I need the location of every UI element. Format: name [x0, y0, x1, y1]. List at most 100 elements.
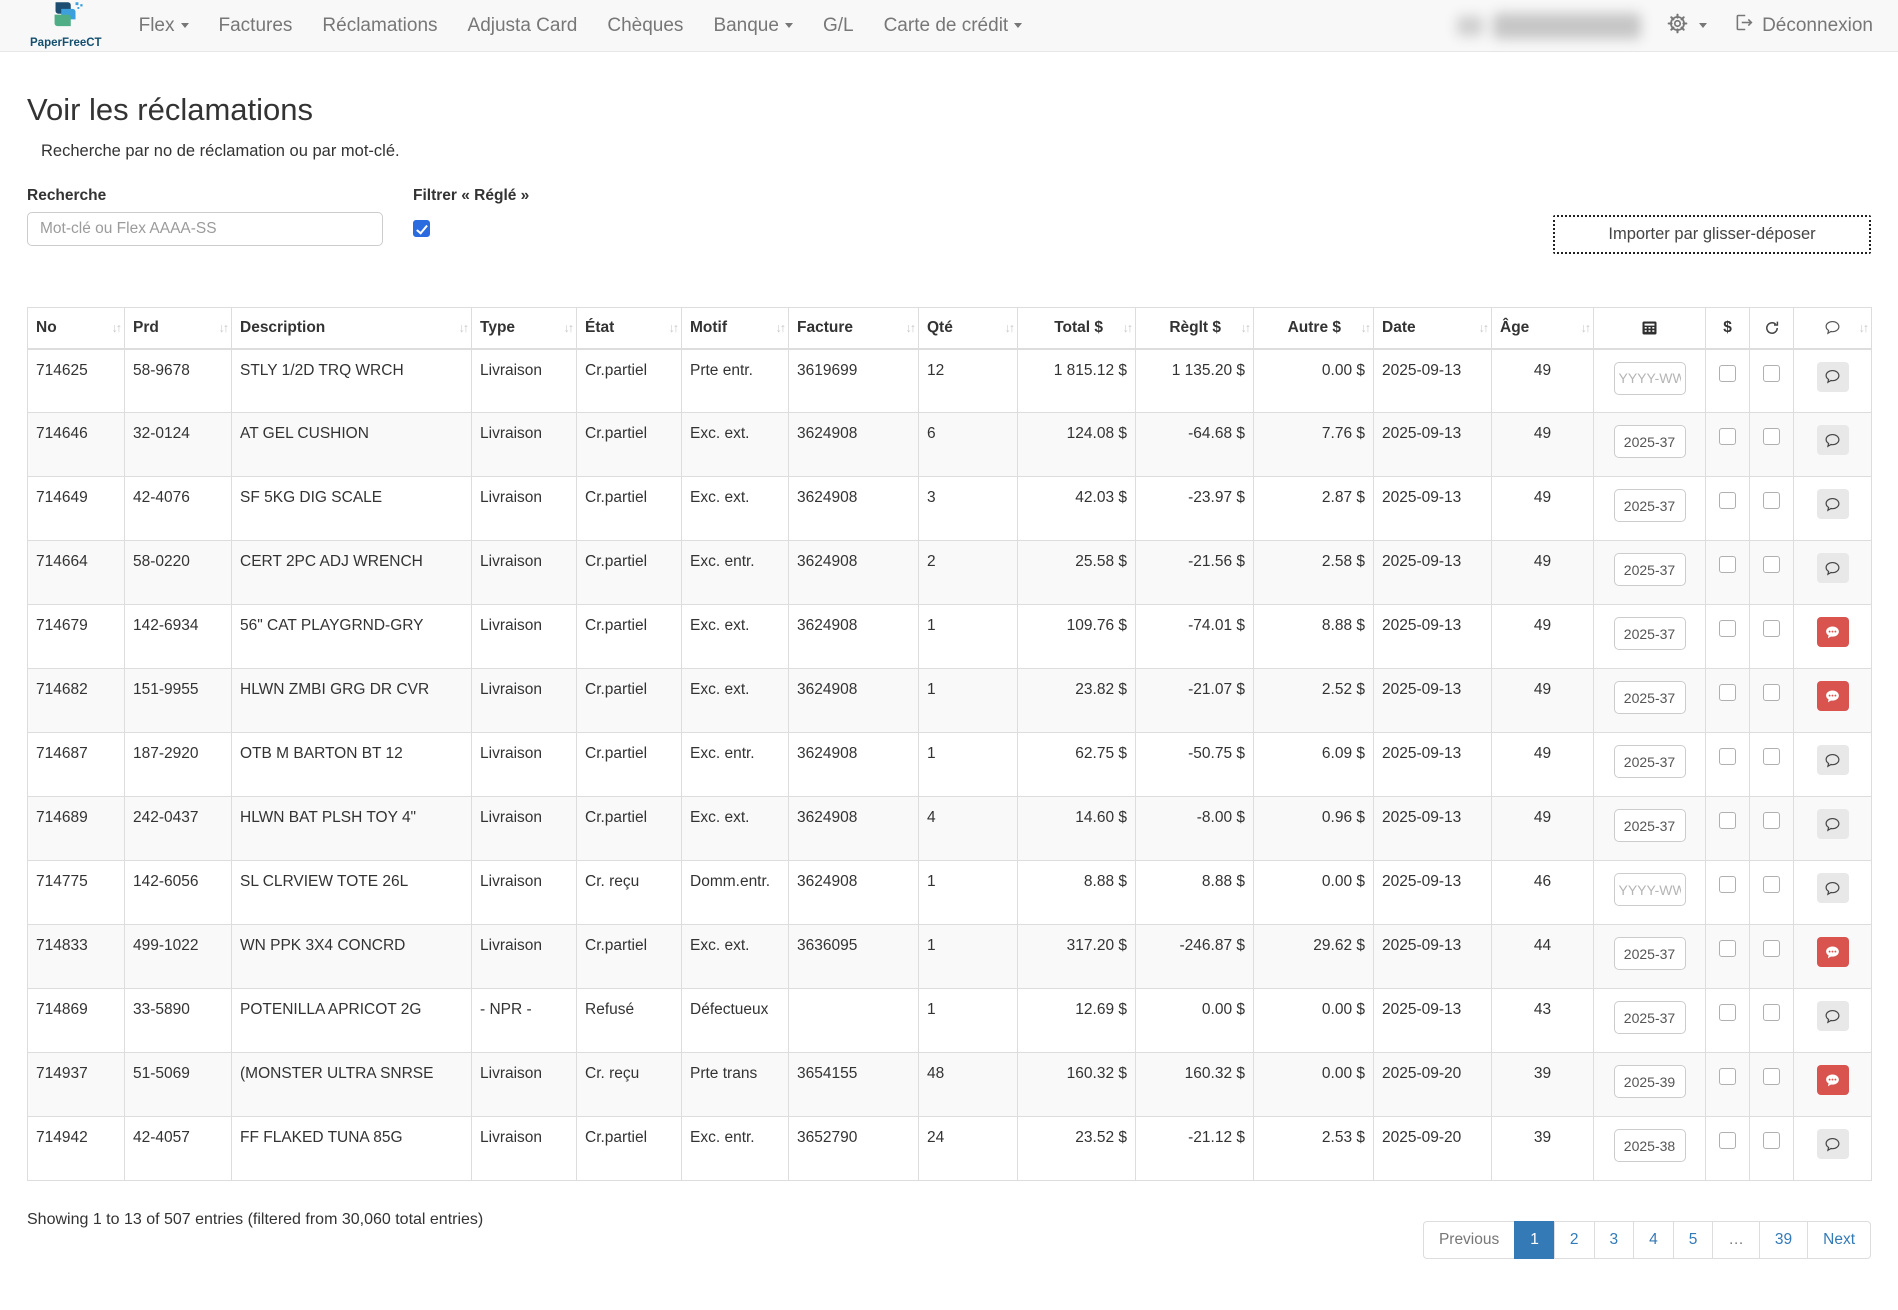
col-header-comment[interactable]: ↓↑ [1794, 308, 1872, 349]
pagination-page-2[interactable]: 2 [1554, 1221, 1595, 1259]
dollar-checkbox[interactable] [1719, 876, 1736, 893]
week-input[interactable] [1614, 553, 1686, 586]
brand-logo[interactable]: PaperFreeCT [30, 1, 102, 50]
redo-checkbox[interactable] [1763, 1068, 1780, 1085]
redo-checkbox[interactable] [1763, 748, 1780, 765]
week-input[interactable] [1614, 937, 1686, 970]
week-input[interactable] [1614, 745, 1686, 778]
comment-button[interactable] [1817, 681, 1849, 711]
dollar-checkbox[interactable] [1719, 556, 1736, 573]
comment-button[interactable] [1817, 1129, 1849, 1159]
pagination-page-39[interactable]: 39 [1759, 1221, 1808, 1259]
comment-button[interactable] [1817, 362, 1849, 392]
redo-checkbox[interactable] [1763, 812, 1780, 829]
col-header-age[interactable]: Âge↓↑ [1492, 308, 1594, 349]
dollar-checkbox[interactable] [1719, 1132, 1736, 1149]
comment-button[interactable] [1817, 617, 1849, 647]
nav-item-reclamations[interactable]: Réclamations [307, 2, 452, 50]
col-label-total: Total $ [1054, 319, 1103, 336]
col-header-motif[interactable]: Motif↓↑ [682, 308, 789, 349]
chevron-down-icon [1699, 23, 1707, 28]
col-header-facture[interactable]: Facture↓↑ [789, 308, 919, 349]
dollar-checkbox[interactable] [1719, 1068, 1736, 1085]
cell-autre: 0.96 $ [1254, 797, 1374, 861]
dollar-checkbox[interactable] [1719, 684, 1736, 701]
pagination-page-3[interactable]: 3 [1594, 1221, 1635, 1259]
filter-regle-checkbox[interactable] [413, 220, 430, 237]
pagination-page-5[interactable]: 5 [1673, 1221, 1714, 1259]
week-input[interactable] [1614, 425, 1686, 458]
cell-week [1594, 797, 1706, 861]
dollar-checkbox[interactable] [1719, 1004, 1736, 1021]
logout-button[interactable]: Déconnexion [1733, 12, 1873, 39]
dollar-checkbox[interactable] [1719, 620, 1736, 637]
week-input[interactable] [1614, 362, 1686, 395]
col-header-description[interactable]: Description↓↑ [232, 308, 472, 349]
week-input[interactable] [1614, 1129, 1686, 1162]
comment-button[interactable] [1817, 1001, 1849, 1031]
dollar-checkbox[interactable] [1719, 492, 1736, 509]
redo-checkbox[interactable] [1763, 620, 1780, 637]
col-header-reglt[interactable]: Règlt $↓↑ [1136, 308, 1254, 349]
comment-button[interactable] [1817, 745, 1849, 775]
dollar-checkbox[interactable] [1719, 428, 1736, 445]
nav-item-adjusta-card[interactable]: Adjusta Card [453, 2, 593, 50]
comment-button[interactable] [1817, 809, 1849, 839]
col-header-prd[interactable]: Prd↓↑ [125, 308, 232, 349]
redo-checkbox[interactable] [1763, 940, 1780, 957]
cell-qte: 4 [919, 797, 1018, 861]
col-header-qte[interactable]: Qté↓↑ [919, 308, 1018, 349]
dollar-checkbox[interactable] [1719, 365, 1736, 382]
col-header-autre[interactable]: Autre $↓↑ [1254, 308, 1374, 349]
comment-button[interactable] [1817, 1065, 1849, 1095]
col-header-date[interactable]: Date↓↑ [1374, 308, 1492, 349]
col-header-total[interactable]: Total $↓↑ [1018, 308, 1136, 349]
dollar-checkbox[interactable] [1719, 812, 1736, 829]
cell-reglt: 1 135.20 $ [1136, 349, 1254, 413]
comment-button[interactable] [1817, 425, 1849, 455]
cell-date: 2025-09-13 [1374, 925, 1492, 989]
dollar-checkbox[interactable] [1719, 940, 1736, 957]
comment-button[interactable] [1817, 873, 1849, 903]
col-header-no[interactable]: No↓↑ [28, 308, 125, 349]
redo-checkbox[interactable] [1763, 876, 1780, 893]
nav-item-banque[interactable]: Banque [698, 2, 808, 50]
nav-item-factures[interactable]: Factures [204, 2, 308, 50]
week-input[interactable] [1614, 489, 1686, 522]
dollar-checkbox[interactable] [1719, 748, 1736, 765]
import-dropzone-button[interactable]: Importer par glisser-déposer [1553, 215, 1871, 254]
cell-type: Livraison [472, 413, 577, 477]
comment-button[interactable] [1817, 553, 1849, 583]
cell-week [1594, 477, 1706, 541]
pagination-page-1[interactable]: 1 [1514, 1221, 1555, 1259]
week-input[interactable] [1614, 873, 1686, 906]
sort-arrows-icon: ↓↑ [1361, 321, 1370, 335]
cell-facture: 3624908 [789, 861, 919, 925]
redo-checkbox[interactable] [1763, 556, 1780, 573]
cell-total: 317.20 $ [1018, 925, 1136, 989]
redo-checkbox[interactable] [1763, 1004, 1780, 1021]
week-input[interactable] [1614, 617, 1686, 650]
pagination-next[interactable]: Next [1807, 1221, 1871, 1259]
redo-checkbox[interactable] [1763, 428, 1780, 445]
col-header-etat[interactable]: État↓↑ [577, 308, 682, 349]
nav-item-carte-de-credit[interactable]: Carte de crédit [869, 2, 1038, 50]
nav-item-gl[interactable]: G/L [808, 2, 869, 50]
comment-button[interactable] [1817, 937, 1849, 967]
col-header-type[interactable]: Type↓↑ [472, 308, 577, 349]
nav-item-cheques[interactable]: Chèques [592, 2, 698, 50]
redo-checkbox[interactable] [1763, 492, 1780, 509]
redo-checkbox[interactable] [1763, 365, 1780, 382]
redo-checkbox[interactable] [1763, 1132, 1780, 1149]
settings-menu[interactable] [1667, 13, 1707, 39]
week-input[interactable] [1614, 1001, 1686, 1034]
pagination-page-4[interactable]: 4 [1633, 1221, 1674, 1259]
week-input[interactable] [1614, 1065, 1686, 1098]
cell-age: 39 [1492, 1053, 1594, 1117]
week-input[interactable] [1614, 681, 1686, 714]
comment-button[interactable] [1817, 489, 1849, 519]
week-input[interactable] [1614, 809, 1686, 842]
nav-item-flex[interactable]: Flex [124, 2, 204, 50]
redo-checkbox[interactable] [1763, 684, 1780, 701]
search-input[interactable] [27, 212, 383, 246]
